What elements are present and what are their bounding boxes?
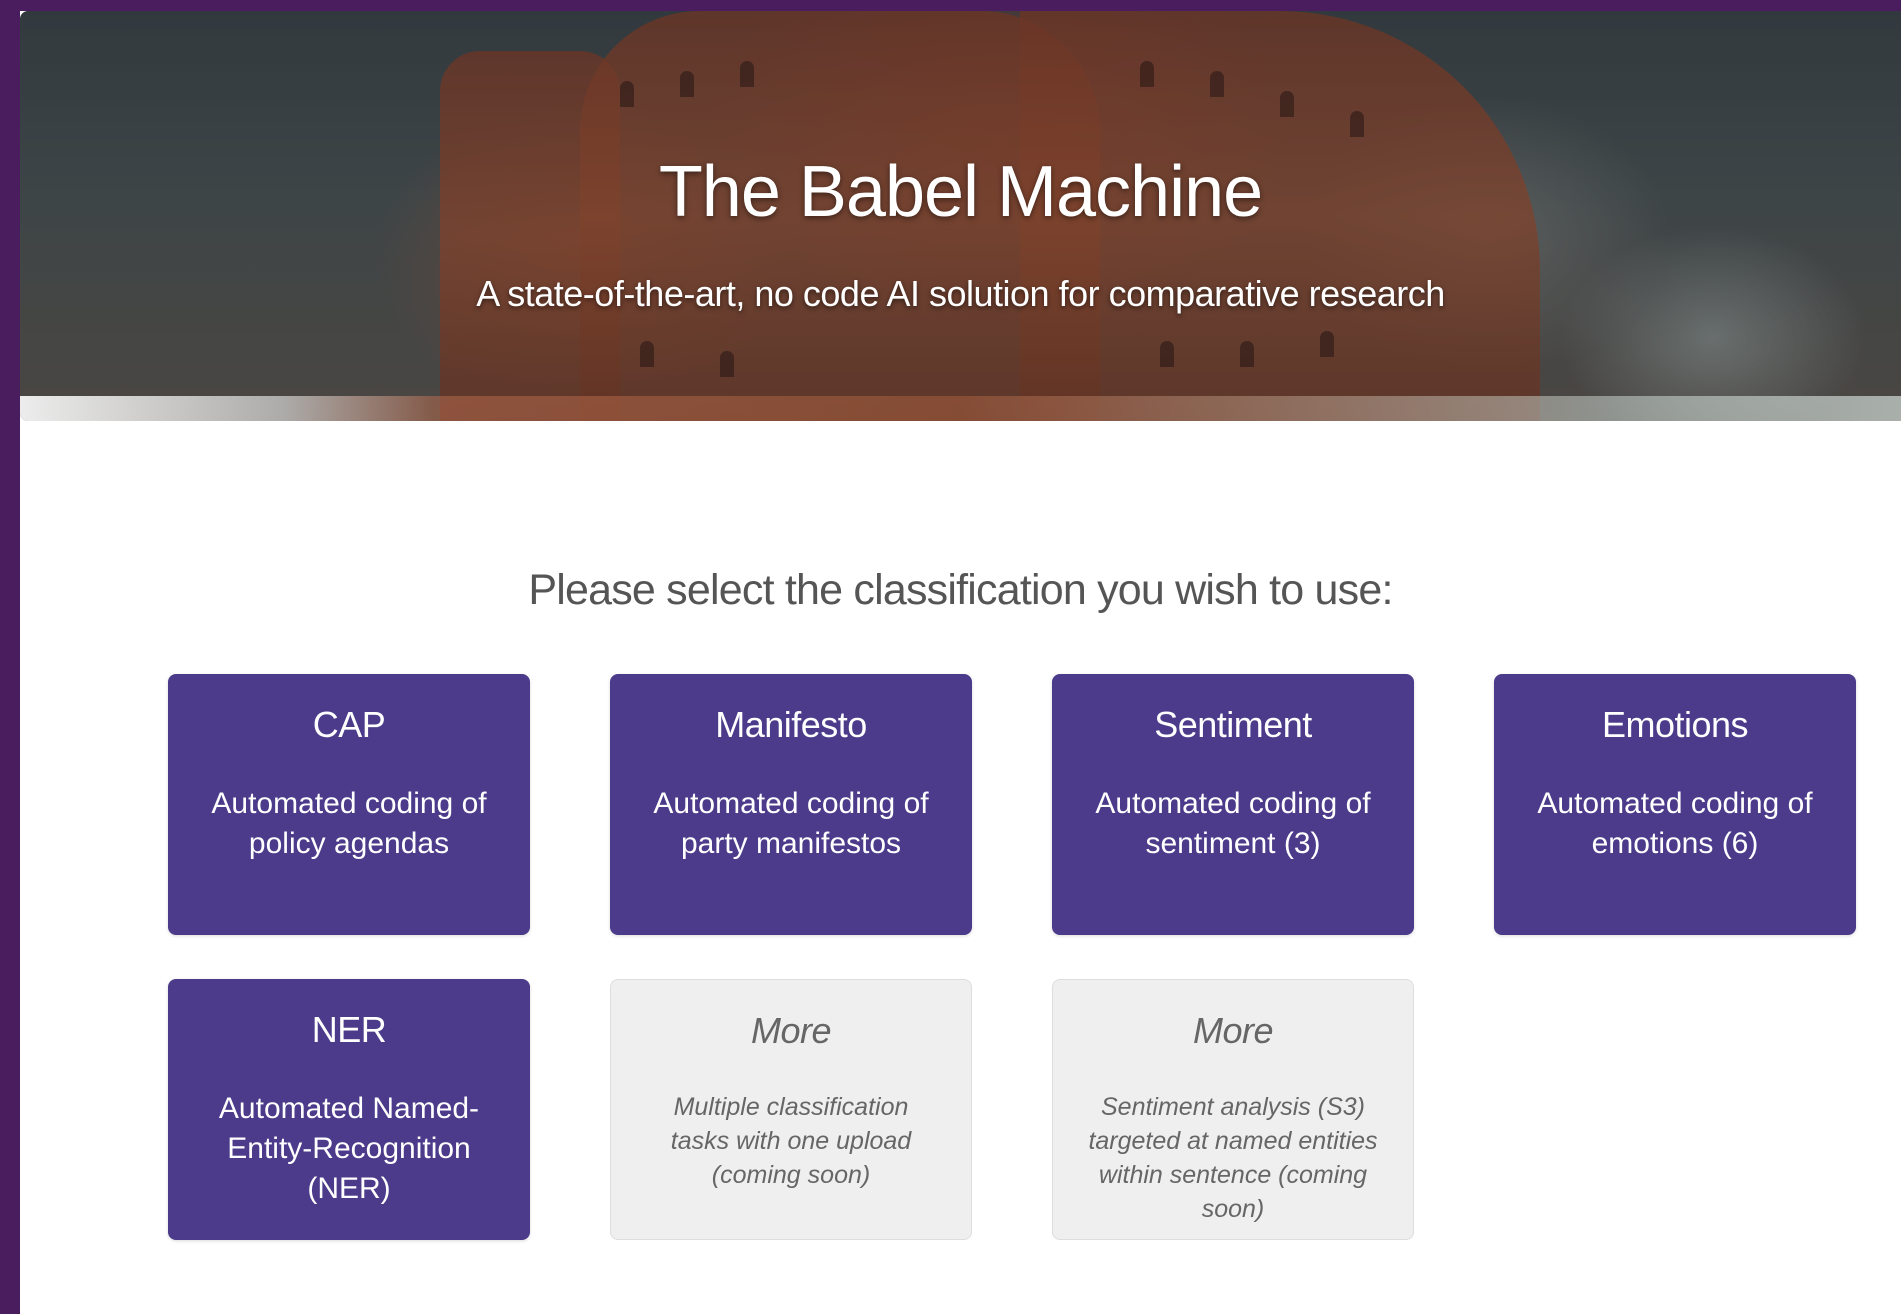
classification-card-manifesto[interactable]: Manifesto Automated coding of party mani… (610, 674, 972, 935)
card-title: NER (311, 1009, 387, 1050)
classification-card-more-targeted: More Sentiment analysis (S3) targeted at… (1052, 979, 1414, 1240)
card-title: Emotions (1601, 704, 1749, 745)
card-title: Manifesto (715, 704, 867, 745)
card-description: Automated coding of emotions (6) (1537, 787, 1813, 860)
classification-card-more-multi: More Multiple classification tasks with … (610, 979, 972, 1240)
card-title: More (1192, 1010, 1274, 1051)
selection-prompt: Please select the classification you wis… (528, 566, 1393, 614)
page-subtitle: A state-of-the-art, no code AI solution … (476, 273, 1445, 314)
card-title: Sentiment (1154, 704, 1312, 745)
hero-banner: The Babel Machine A state-of-the-art, no… (20, 11, 1901, 421)
card-description: Automated Named-Entity-Recognition (NER) (218, 1092, 480, 1205)
classification-card-sentiment[interactable]: Sentiment Automated coding of sentiment … (1052, 674, 1414, 935)
app-frame: The Babel Machine A state-of-the-art, no… (20, 11, 1901, 1314)
card-title: CAP (312, 704, 386, 745)
card-description: Automated coding of policy agendas (211, 787, 487, 860)
hero-bottom-band (20, 396, 1901, 421)
card-description: Sentiment analysis (S3) targeted at name… (1088, 1093, 1378, 1223)
classification-card-ner[interactable]: NER Automated Named-Entity-Recognition (… (168, 979, 530, 1240)
card-title: More (750, 1010, 832, 1051)
classification-card-cap[interactable]: CAP Automated coding of policy agendas (168, 674, 530, 935)
card-description: Multiple classification tasks with one u… (670, 1093, 912, 1189)
classification-card-emotions[interactable]: Emotions Automated coding of emotions (6… (1494, 674, 1856, 935)
page-title: The Babel Machine (658, 152, 1263, 232)
card-description: Automated coding of party manifestos (653, 787, 929, 860)
card-description: Automated coding of sentiment (3) (1095, 787, 1371, 860)
